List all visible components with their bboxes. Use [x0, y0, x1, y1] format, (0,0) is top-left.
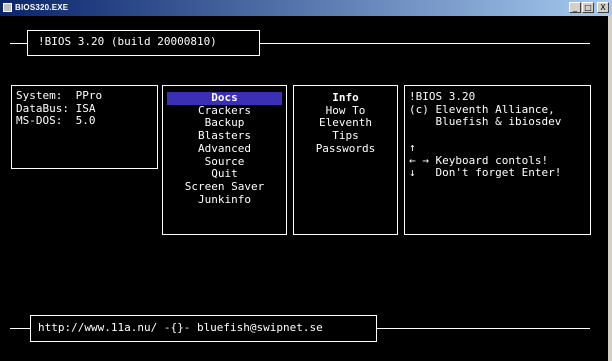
maximize-button[interactable]: □	[582, 2, 594, 13]
header-rule-right	[260, 43, 590, 44]
main-menu: Docs Crackers Backup Blasters Advanced S…	[167, 91, 282, 207]
system-line: System: PPro	[16, 89, 103, 102]
info-menu: Info How To Eleventh Tips Passwords	[294, 91, 397, 156]
info-item-passwords[interactable]: Passwords	[294, 142, 397, 156]
menu-item-docs[interactable]: Docs	[167, 91, 282, 105]
header-box: !BIOS 3.20 (build 20000810)	[27, 30, 260, 56]
program-title: !BIOS 3.20 (build 20000810)	[38, 35, 217, 48]
minimize-button[interactable]: _	[569, 2, 581, 13]
info-menu-box: Info How To Eleventh Tips Passwords	[293, 85, 398, 235]
menu-item-advanced[interactable]: Advanced	[167, 142, 282, 156]
msdos-line: MS-DOS: 5.0	[16, 114, 96, 128]
menu-item-junkinfo[interactable]: Junkinfo	[167, 193, 282, 207]
info-menu-title: Info	[332, 91, 359, 104]
close-button[interactable]: X	[597, 2, 609, 13]
footer-rule-right	[377, 328, 590, 329]
window-border	[608, 16, 612, 361]
main-menu-box: Docs Crackers Backup Blasters Advanced S…	[162, 85, 287, 235]
footer-credits: http://www.11a.nu/ -{}- bluefish@swipnet…	[38, 321, 323, 334]
window-title: BIOS320.EXE	[15, 3, 69, 12]
footer-box: http://www.11a.nu/ -{}- bluefish@swipnet…	[30, 315, 377, 342]
menu-item-blasters[interactable]: Blasters	[167, 129, 282, 143]
enter-hint: ↓ Don't forget Enter!	[409, 166, 562, 180]
header-rule-left	[10, 43, 27, 44]
arrow-up-icon: ↑	[409, 140, 416, 154]
info-item-tips[interactable]: Tips	[294, 129, 397, 143]
app-icon	[3, 3, 12, 12]
menu-item-screen-saver[interactable]: Screen Saver	[167, 180, 282, 194]
about-title: !BIOS 3.20	[409, 90, 476, 103]
system-info-box: System: PPro DataBus: ISA MS-DOS: 5.0	[11, 85, 158, 169]
console-area: !BIOS 3.20 (build 20000810) System: PPro…	[0, 16, 608, 361]
footer-rule-left	[10, 328, 30, 329]
about-authors: Bluefish & ibiosdev	[409, 115, 562, 129]
window-title-bar[interactable]: BIOS320.EXE _ □ X	[0, 0, 612, 16]
about-box: !BIOS 3.20 (c) Eleventh Alliance, Bluefi…	[404, 85, 591, 235]
window-controls: _ □ X	[569, 2, 609, 14]
